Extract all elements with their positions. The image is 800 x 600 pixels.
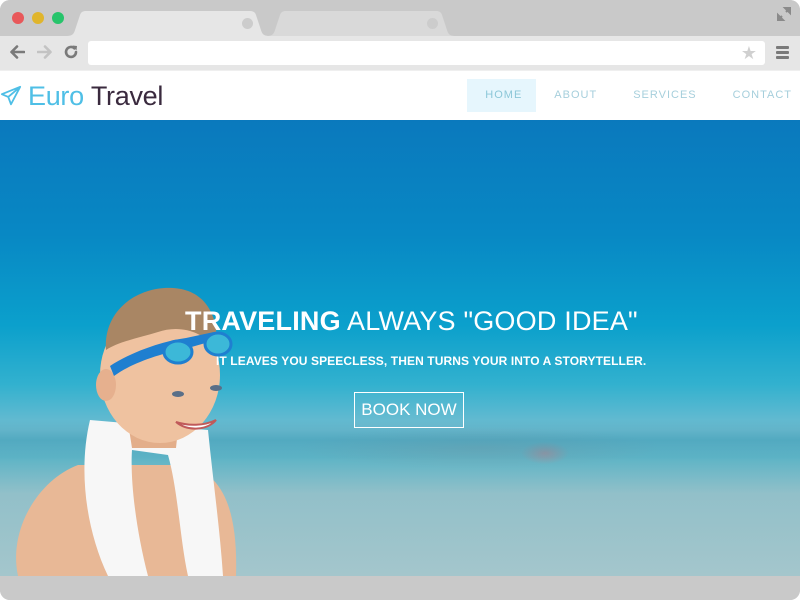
logo-text-travel: Travel xyxy=(90,80,164,111)
site-logo[interactable]: Euro Travel xyxy=(0,79,163,113)
browser-toolbar: ★ xyxy=(0,36,800,70)
nav-item-about[interactable]: ABOUT xyxy=(536,79,615,112)
nav-item-services[interactable]: SERVICES xyxy=(615,79,714,112)
back-button[interactable] xyxy=(7,42,27,62)
nav-item-contact[interactable]: CONTACT xyxy=(715,79,800,112)
arrow-right-icon xyxy=(37,45,52,59)
expand-arrows-icon[interactable] xyxy=(776,6,792,22)
headline-rest: ALWAYS "GOOD IDEA" xyxy=(340,306,638,336)
tab-shape xyxy=(66,11,270,36)
browser-tab[interactable] xyxy=(266,11,456,36)
tab-close-icon[interactable] xyxy=(242,18,253,29)
address-bar[interactable]: ★ xyxy=(88,41,765,65)
hero-headline: TRAVELING ALWAYS "GOOD IDEA" xyxy=(185,306,645,337)
main-nav: HOME ABOUT SERVICES CONTACT xyxy=(467,79,800,112)
window-bottom-border xyxy=(0,576,800,600)
hero-banner: TRAVELING ALWAYS "GOOD IDEA" IT LEAVES Y… xyxy=(0,120,800,576)
hero-subtitle: IT LEAVES YOU SPEECLESS, THEN TURNS YOUR… xyxy=(216,354,647,368)
web-page: Euro Travel HOME ABOUT SERVICES CONTACT xyxy=(0,70,800,576)
book-now-button[interactable]: BOOK NOW xyxy=(354,392,464,428)
reload-button[interactable] xyxy=(61,42,81,62)
title-bar xyxy=(0,0,800,36)
reload-icon xyxy=(64,45,78,59)
forward-button[interactable] xyxy=(35,42,55,62)
star-icon[interactable]: ★ xyxy=(741,42,757,64)
minimize-window-button[interactable] xyxy=(32,12,44,24)
browser-tab-active[interactable] xyxy=(66,11,270,36)
headline-bold: TRAVELING xyxy=(185,306,341,336)
tab-close-icon[interactable] xyxy=(427,18,438,29)
maximize-window-button[interactable] xyxy=(52,12,64,24)
paper-plane-icon xyxy=(0,85,22,106)
close-window-button[interactable] xyxy=(12,12,24,24)
nav-item-home[interactable]: HOME xyxy=(467,79,537,112)
hamburger-menu-icon[interactable] xyxy=(776,46,789,60)
logo-text-euro: Euro xyxy=(28,80,84,111)
site-header: Euro Travel HOME ABOUT SERVICES CONTACT xyxy=(0,70,800,121)
arrow-left-icon xyxy=(10,45,25,59)
browser-window: ★ Euro Travel HOME ABOUT SERVICES CONTAC… xyxy=(0,0,800,600)
